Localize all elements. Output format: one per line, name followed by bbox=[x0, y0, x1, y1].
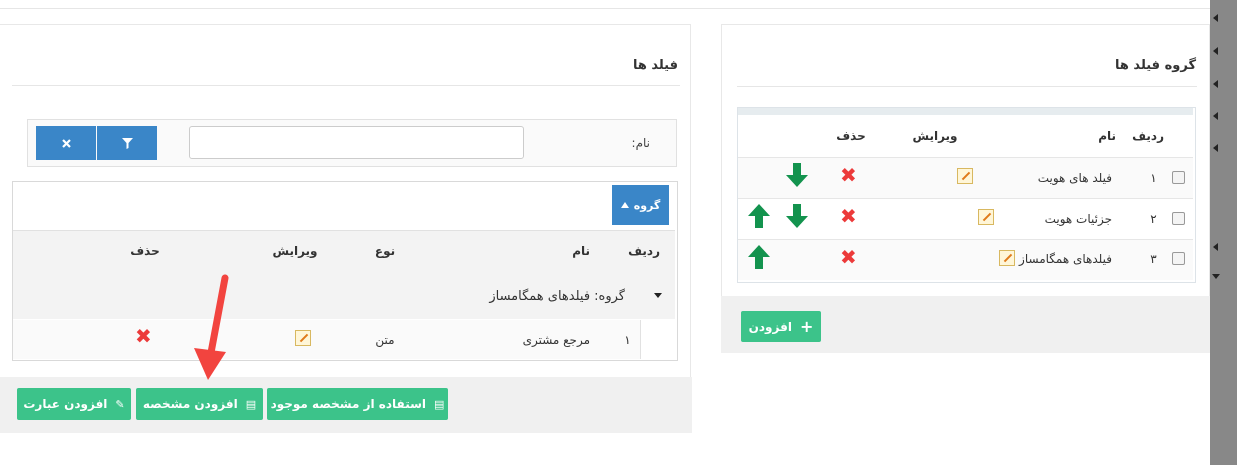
col-edit-header: ویرایش bbox=[272, 244, 318, 258]
move-up-icon[interactable] bbox=[748, 245, 770, 269]
move-down-icon[interactable] bbox=[786, 204, 808, 228]
col-row-header: ردیف bbox=[1132, 129, 1164, 143]
add-attribute-label: افزودن مشخصه bbox=[142, 397, 238, 411]
group-row-label: گروه: فیلدهای همگامساز bbox=[489, 289, 625, 304]
col-name-header: نام bbox=[572, 244, 590, 258]
delete-icon[interactable]: ✖ bbox=[840, 206, 857, 226]
edit-icon[interactable] bbox=[295, 330, 311, 346]
field-groups-title-divider bbox=[737, 86, 1197, 87]
plus-icon: + bbox=[799, 317, 814, 336]
col-delete-header: حذف bbox=[836, 129, 866, 143]
collapse-left-icon[interactable] bbox=[1213, 112, 1218, 120]
scroll-down-icon[interactable] bbox=[1212, 274, 1220, 279]
edit-note-icon: ✎ bbox=[115, 397, 125, 411]
collapse-left-icon[interactable] bbox=[1213, 14, 1218, 22]
use-existing-attribute-button[interactable]: ▤ استفاده از مشخصه موجود bbox=[267, 388, 448, 420]
add-expression-button[interactable]: ✎ افزودن عبارت bbox=[17, 388, 131, 420]
add-group-button[interactable]: + افزودن bbox=[741, 311, 821, 342]
name-filter-label: نام: bbox=[631, 136, 650, 150]
row-number: ۱ bbox=[1150, 171, 1157, 185]
collapse-left-icon[interactable] bbox=[1213, 80, 1218, 88]
row-name: جزئیات هویت bbox=[1044, 212, 1112, 226]
filter-button[interactable] bbox=[97, 126, 157, 160]
row-checkbox[interactable] bbox=[1172, 171, 1185, 184]
row-name: مرجع مشتری bbox=[522, 333, 590, 347]
row-name: فیلدهای همگامساز bbox=[1019, 252, 1112, 266]
filter-icon bbox=[121, 137, 133, 149]
row-number: ۲ bbox=[1150, 212, 1157, 226]
row-checkbox[interactable] bbox=[1172, 212, 1185, 225]
annotation-arrow-icon bbox=[194, 274, 229, 380]
table-top-strip bbox=[738, 108, 1193, 115]
edit-icon[interactable] bbox=[978, 209, 995, 225]
list-icon: ▤ bbox=[434, 397, 445, 411]
edit-icon[interactable] bbox=[957, 168, 974, 184]
add-expression-label: افزودن عبارت bbox=[23, 397, 108, 411]
col-delete-header: حذف bbox=[130, 244, 160, 258]
collapse-left-icon[interactable] bbox=[1213, 243, 1218, 251]
add-attribute-button[interactable]: ▤ افزودن مشخصه bbox=[136, 388, 263, 420]
row-name: فیلد های هویت bbox=[1037, 171, 1112, 185]
list-icon: ▤ bbox=[245, 397, 257, 411]
sort-up-icon bbox=[620, 202, 629, 208]
row-checkbox[interactable] bbox=[1172, 252, 1185, 265]
col-edit-header: ویرایش bbox=[912, 129, 958, 143]
move-up-icon[interactable] bbox=[748, 204, 770, 228]
move-down-icon[interactable] bbox=[786, 163, 808, 187]
row-number: ۳ bbox=[1150, 252, 1157, 266]
clear-filter-button[interactable] bbox=[36, 126, 96, 160]
fields-title-divider bbox=[12, 85, 680, 86]
group-tab[interactable]: گروه bbox=[612, 185, 669, 225]
col-name-header: نام bbox=[1098, 129, 1116, 143]
delete-icon[interactable]: ✖ bbox=[840, 247, 857, 267]
group-tab-label: گروه bbox=[633, 198, 661, 212]
fields-panel-title: فیلد ها bbox=[632, 58, 678, 73]
edit-icon[interactable] bbox=[999, 250, 1016, 266]
delete-icon[interactable]: ✖ bbox=[840, 165, 857, 185]
col-row-header: ردیف bbox=[628, 244, 660, 258]
row-number: ۱ bbox=[624, 333, 631, 347]
delete-icon[interactable]: ✖ bbox=[135, 326, 152, 346]
col-type-header: نوع bbox=[374, 244, 396, 258]
field-groups-title: گروه فیلد ها bbox=[1115, 58, 1196, 73]
add-group-label: افزودن bbox=[748, 319, 792, 334]
name-filter-input[interactable] bbox=[189, 126, 524, 159]
close-icon bbox=[61, 138, 71, 148]
side-scroll-strip[interactable] bbox=[1210, 0, 1237, 465]
collapse-left-icon[interactable] bbox=[1213, 144, 1218, 152]
top-divider bbox=[0, 8, 1210, 9]
collapse-left-icon[interactable] bbox=[1213, 47, 1218, 55]
table-row[interactable] bbox=[738, 240, 1193, 280]
use-existing-label: استفاده از مشخصه موجود bbox=[270, 397, 427, 411]
row-type: متن bbox=[375, 333, 395, 347]
collapse-icon[interactable] bbox=[654, 293, 662, 298]
